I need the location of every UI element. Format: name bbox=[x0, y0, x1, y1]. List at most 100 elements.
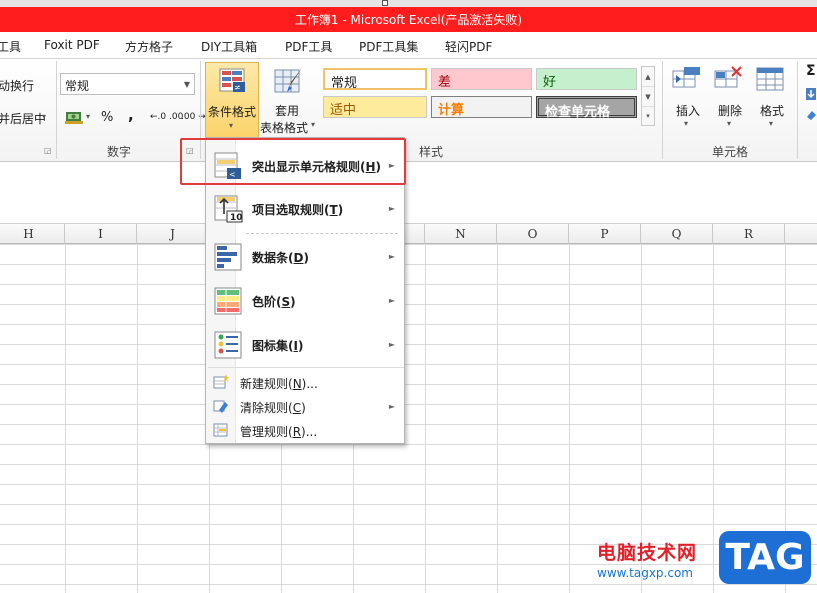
grid-column-line bbox=[497, 244, 498, 593]
autosum-icon[interactable]: Σ bbox=[806, 63, 816, 79]
alignment-launcher-icon[interactable]: ◲ bbox=[44, 146, 53, 155]
delete-cells-icon[interactable] bbox=[714, 65, 744, 96]
manage-rules-end: )... bbox=[301, 425, 318, 439]
number-format-value: 常规 bbox=[65, 79, 90, 93]
top-bottom-label: 项目选取规则( bbox=[252, 203, 330, 217]
format-table-icon bbox=[274, 67, 304, 98]
increase-decimal-button[interactable]: ←.0 .00 bbox=[150, 112, 183, 122]
column-header-o[interactable]: O bbox=[497, 224, 569, 244]
submenu-arrow-icon: ► bbox=[388, 204, 395, 213]
style-good[interactable]: 好 bbox=[536, 68, 637, 90]
chevron-down-icon: ▾ bbox=[229, 121, 234, 130]
tab-foxit-pdf[interactable]: Foxit PDF bbox=[44, 38, 100, 52]
tab-pdf-tools[interactable]: PDF工具 bbox=[285, 38, 332, 55]
tab-qingshan-pdf[interactable]: 轻闪PDF bbox=[445, 38, 492, 55]
annotation-highlight-box bbox=[180, 138, 406, 185]
icon-sets-label: 图标集( bbox=[252, 339, 294, 353]
data-bars-label: 数据条( bbox=[252, 251, 294, 265]
currency-icon[interactable] bbox=[65, 109, 83, 128]
column-header-n[interactable]: N bbox=[425, 224, 497, 244]
data-bars-end: ) bbox=[303, 251, 309, 265]
color-scales-key: S bbox=[281, 295, 291, 309]
tab-fangfang[interactable]: 方方格子 bbox=[125, 38, 173, 55]
top-bottom-key: T bbox=[329, 203, 338, 217]
merge-dropdown-arrow[interactable]: ▾ bbox=[42, 112, 46, 121]
clear-rules-label: 清除规则( bbox=[240, 401, 293, 415]
window-grip[interactable] bbox=[382, 0, 388, 6]
grid-column-line bbox=[137, 244, 138, 593]
column-header-p[interactable]: P bbox=[569, 224, 641, 244]
conditional-format-button[interactable]: ≠ 条件格式 ▾ bbox=[205, 62, 259, 138]
scroll-down-icon[interactable]: ▼ bbox=[642, 87, 654, 107]
watermark-site-name: 电脑技术网 bbox=[597, 542, 698, 564]
format-label[interactable]: 格式 bbox=[760, 102, 784, 119]
column-header-j[interactable]: J bbox=[137, 224, 209, 244]
svg-text:≠: ≠ bbox=[234, 83, 241, 92]
grid-column-line bbox=[425, 244, 426, 593]
ribbon-tabs: 工具 Foxit PDF 方方格子 DIY工具箱 PDF工具 PDF工具集 轻闪… bbox=[0, 32, 817, 59]
icon-sets-icon bbox=[214, 330, 244, 363]
tab-pdf-toolset[interactable]: PDF工具集 bbox=[359, 38, 418, 55]
top-ten-icon-label: 10 bbox=[230, 213, 243, 223]
format-as-table-button[interactable]: 套用 表格格式 ▾ bbox=[260, 62, 322, 138]
group-separator bbox=[797, 61, 798, 159]
icon-sets-end: ) bbox=[297, 339, 304, 353]
column-header-r[interactable]: R bbox=[713, 224, 785, 244]
tab-tools[interactable]: 工具 bbox=[0, 38, 21, 55]
menu-item-icon-sets[interactable]: 图标集(I) ► bbox=[206, 329, 404, 361]
watermark-url: www.tagxp.com bbox=[597, 566, 693, 580]
submenu-arrow-icon: ► bbox=[388, 402, 395, 411]
ribbon: 动换行 并后居中 ▾ ◲ 常规 ▼ ▾ % , ←.0 .00 .00 →.0 … bbox=[0, 59, 817, 162]
style-bad[interactable]: 差 bbox=[431, 68, 532, 90]
title-bar: 工作簿1 - Microsoft Excel(产品激活失败) bbox=[0, 0, 817, 32]
menu-item-manage-rules[interactable]: 管理规则(R)... bbox=[206, 420, 404, 442]
tab-diy-toolbox[interactable]: DIY工具箱 bbox=[201, 38, 257, 55]
group-label-cells: 单元格 bbox=[712, 145, 749, 159]
column-headers: HIJKLMNOPQR bbox=[0, 224, 817, 244]
format-cells-icon[interactable] bbox=[756, 65, 786, 96]
column-header-h[interactable]: H bbox=[0, 224, 65, 244]
chevron-down-icon[interactable]: ▾ bbox=[727, 119, 731, 128]
data-bars-icon bbox=[214, 242, 244, 275]
number-format-select[interactable]: 常规 ▼ bbox=[60, 73, 195, 95]
style-normal[interactable]: 常规 bbox=[323, 68, 427, 91]
new-rule-key: N bbox=[292, 377, 302, 391]
column-header-q[interactable]: Q bbox=[641, 224, 713, 244]
group-label-styles: 样式 bbox=[419, 145, 444, 159]
manage-rules-key: R bbox=[292, 425, 302, 439]
column-header-i[interactable]: I bbox=[65, 224, 137, 244]
gallery-expand-icon[interactable]: ▾ bbox=[642, 107, 654, 125]
menu-item-clear-rules[interactable]: 清除规则(C) ► bbox=[206, 396, 404, 418]
formula-bar-area bbox=[0, 162, 817, 224]
comma-button[interactable]: , bbox=[128, 106, 134, 124]
scroll-up-icon[interactable]: ▲ bbox=[642, 67, 654, 87]
color-scales-label: 色阶( bbox=[252, 295, 282, 309]
delete-label[interactable]: 删除 bbox=[718, 102, 742, 119]
submenu-arrow-icon: ► bbox=[388, 296, 395, 305]
menu-item-data-bars[interactable]: 数据条(D) ► bbox=[206, 241, 404, 273]
clear-icon[interactable] bbox=[805, 109, 817, 124]
insert-label[interactable]: 插入 bbox=[676, 102, 700, 119]
manage-rules-icon bbox=[213, 422, 229, 441]
chevron-down-icon[interactable]: ▾ bbox=[769, 119, 773, 128]
format-table-label-1: 套用 bbox=[275, 104, 300, 118]
style-neutral[interactable]: 适中 bbox=[323, 96, 427, 118]
chevron-down-icon[interactable]: ▾ bbox=[684, 119, 688, 128]
styles-gallery-scroll[interactable]: ▲ ▼ ▾ bbox=[641, 66, 655, 126]
merge-center-button[interactable]: 并后居中 bbox=[0, 110, 46, 127]
menu-item-color-scales[interactable]: 色阶(S) ► bbox=[206, 285, 404, 317]
style-calculation[interactable]: 计算 bbox=[431, 96, 532, 118]
menu-separator bbox=[246, 233, 398, 234]
percent-button[interactable]: % bbox=[101, 110, 113, 125]
wrap-text-button[interactable]: 动换行 bbox=[0, 77, 34, 94]
submenu-arrow-icon: ► bbox=[388, 252, 395, 261]
style-check-cell[interactable]: 检查单元格 bbox=[536, 96, 637, 120]
new-rule-icon bbox=[213, 374, 229, 393]
fill-icon[interactable] bbox=[805, 87, 817, 104]
group-separator bbox=[662, 61, 663, 159]
menu-item-new-rule[interactable]: 新建规则(N)... bbox=[206, 372, 404, 394]
insert-cells-icon[interactable] bbox=[672, 65, 702, 96]
submenu-arrow-icon: ► bbox=[388, 340, 395, 349]
currency-dropdown-arrow[interactable]: ▾ bbox=[86, 112, 90, 121]
menu-item-top-bottom[interactable]: 10 项目选取规则(T) ► bbox=[206, 193, 404, 225]
